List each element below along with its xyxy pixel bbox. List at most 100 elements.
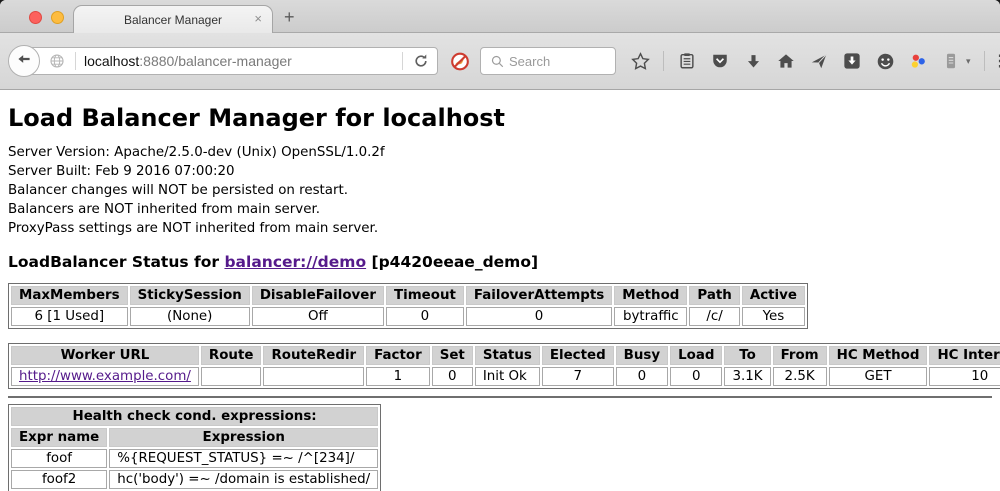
send-tab-icon[interactable] <box>809 51 829 71</box>
status-prefix: LoadBalancer Status for <box>8 253 219 271</box>
col-to: To <box>724 346 770 365</box>
url-domain: localhost <box>84 53 139 69</box>
back-button[interactable] <box>8 45 40 77</box>
content-blocked-icon[interactable] <box>450 51 470 71</box>
pocket-icon[interactable] <box>710 51 730 71</box>
reload-icon[interactable] <box>411 51 431 71</box>
bookmark-star-icon[interactable] <box>630 51 650 71</box>
feedback-smiley-icon[interactable] <box>875 51 895 71</box>
col-expr-name: Expr name <box>11 428 107 447</box>
table-header-row: Expr name Expression <box>11 428 378 447</box>
page-title: Load Balancer Manager for localhost <box>8 104 992 132</box>
col-failoverattempts: FailoverAttempts <box>466 286 612 305</box>
cell-method: bytraffic <box>614 307 687 326</box>
col-stickysession: StickySession <box>130 286 250 305</box>
tab-balancer-manager[interactable]: Balancer Manager × <box>73 5 273 33</box>
worker-url-link[interactable]: http://www.example.com/ <box>19 369 191 384</box>
cell-timeout: 0 <box>386 307 464 326</box>
tab-title: Balancer Manager <box>124 13 222 27</box>
browser-window: Balancer Manager × + localhost:8880/bala… <box>0 0 1000 491</box>
urlbar-separator <box>75 52 76 70</box>
col-elected: Elected <box>542 346 614 365</box>
col-from: From <box>773 346 827 365</box>
balancers-inherit-line: Balancers are NOT inherited from main se… <box>8 200 992 219</box>
col-routeredir: RouteRedir <box>263 346 364 365</box>
col-path: Path <box>689 286 739 305</box>
cell-expression: %{REQUEST_STATUS} =~ /^[234]/ <box>109 449 378 468</box>
cell-maxmembers: 6 [1 Used] <box>11 307 128 326</box>
search-icon <box>487 51 507 71</box>
status-suffix: [p4420eeae_demo] <box>372 253 539 271</box>
search-input[interactable] <box>507 53 607 70</box>
col-load: Load <box>670 346 722 365</box>
table-row: foof2 hc('body') =~ /domain is establish… <box>11 470 378 489</box>
col-timeout: Timeout <box>386 286 464 305</box>
toolbar-separator <box>663 51 664 71</box>
urlbar-separator <box>402 52 403 70</box>
cell-factor: 1 <box>366 367 430 386</box>
reading-list-icon[interactable] <box>677 51 697 71</box>
toolbar-icons: ▾ <box>630 51 1000 71</box>
worker-table: Worker URL Route RouteRedir Factor Set S… <box>8 343 1000 389</box>
proxypass-inherit-line: ProxyPass settings are NOT inherited fro… <box>8 219 992 238</box>
col-hc-method: HC Method <box>829 346 928 365</box>
cell-busy: 0 <box>616 367 668 386</box>
cell-hc-interval: 10 <box>929 367 1000 386</box>
cell-worker-url: http://www.example.com/ <box>11 367 199 386</box>
cell-expr-name: foof2 <box>11 470 107 489</box>
title-bar: Balancer Manager × + <box>0 0 1000 33</box>
cell-path: /c/ <box>689 307 739 326</box>
new-tab-button[interactable]: + <box>284 8 295 26</box>
col-hc-interval: HC Interval <box>929 346 1000 365</box>
table-row: 6 [1 Used] (None) Off 0 0 bytraffic /c/ … <box>11 307 805 326</box>
table-row: foof %{REQUEST_STATUS} =~ /^[234]/ <box>11 449 378 468</box>
cell-status: Init Ok <box>475 367 540 386</box>
tab-close-icon[interactable]: × <box>254 12 262 26</box>
col-set: Set <box>432 346 473 365</box>
server-built-line: Server Built: Feb 9 2016 07:00:20 <box>8 162 992 181</box>
cell-stickysession: (None) <box>130 307 250 326</box>
col-status: Status <box>475 346 540 365</box>
cell-expr-name: foof <box>11 449 107 468</box>
col-active: Active <box>742 286 805 305</box>
cell-failoverattempts: 0 <box>466 307 612 326</box>
table-row: http://www.example.com/ 1 0 Init Ok 7 0 … <box>11 367 1000 386</box>
minimize-window-button[interactable] <box>51 11 64 24</box>
cell-route <box>201 367 262 386</box>
balancer-demo-link[interactable]: balancer://demo <box>224 253 366 271</box>
search-bar[interactable] <box>480 47 616 75</box>
battery-clipboard-icon[interactable] <box>941 51 961 71</box>
home-icon[interactable] <box>776 51 796 71</box>
col-route: Route <box>201 346 262 365</box>
colored-dots-extension-icon[interactable] <box>908 51 928 71</box>
table-header-row: Worker URL Route RouteRedir Factor Set S… <box>11 346 1000 365</box>
cell-hc-method: GET <box>829 367 928 386</box>
toolbar-separator <box>984 51 985 71</box>
health-check-table: Health check cond. expressions: Expr nam… <box>8 404 381 491</box>
persist-warning-line: Balancer changes will NOT be persisted o… <box>8 181 992 200</box>
col-worker-url: Worker URL <box>11 346 199 365</box>
health-table-title: Health check cond. expressions: <box>11 407 378 426</box>
col-method: Method <box>614 286 687 305</box>
col-disablefailover: DisableFailover <box>252 286 384 305</box>
navigation-toolbar: localhost:8880/balancer-manager <box>0 33 1000 90</box>
close-window-button[interactable] <box>29 11 42 24</box>
url-path: :8880/balancer-manager <box>139 53 292 69</box>
col-busy: Busy <box>616 346 668 365</box>
video-download-icon[interactable] <box>842 51 862 71</box>
url-bar[interactable]: localhost:8880/balancer-manager <box>24 47 438 75</box>
dropdown-caret-icon[interactable]: ▾ <box>966 56 971 67</box>
table-header-row: MaxMembers StickySession DisableFailover… <box>11 286 805 305</box>
page-content: Load Balancer Manager for localhost Serv… <box>0 90 1000 491</box>
downloads-icon[interactable] <box>743 51 763 71</box>
cell-active: Yes <box>742 307 805 326</box>
globe-icon <box>47 51 67 71</box>
col-expression: Expression <box>109 428 378 447</box>
loadbalancer-status-heading: LoadBalancer Status for balancer://demo … <box>8 253 992 271</box>
cell-from: 2.5K <box>773 367 827 386</box>
server-version-line: Server Version: Apache/2.5.0-dev (Unix) … <box>8 143 992 162</box>
cell-set: 0 <box>432 367 473 386</box>
cell-expression: hc('body') =~ /domain is established/ <box>109 470 378 489</box>
balancer-summary-table: MaxMembers StickySession DisableFailover… <box>8 283 808 329</box>
col-factor: Factor <box>366 346 430 365</box>
